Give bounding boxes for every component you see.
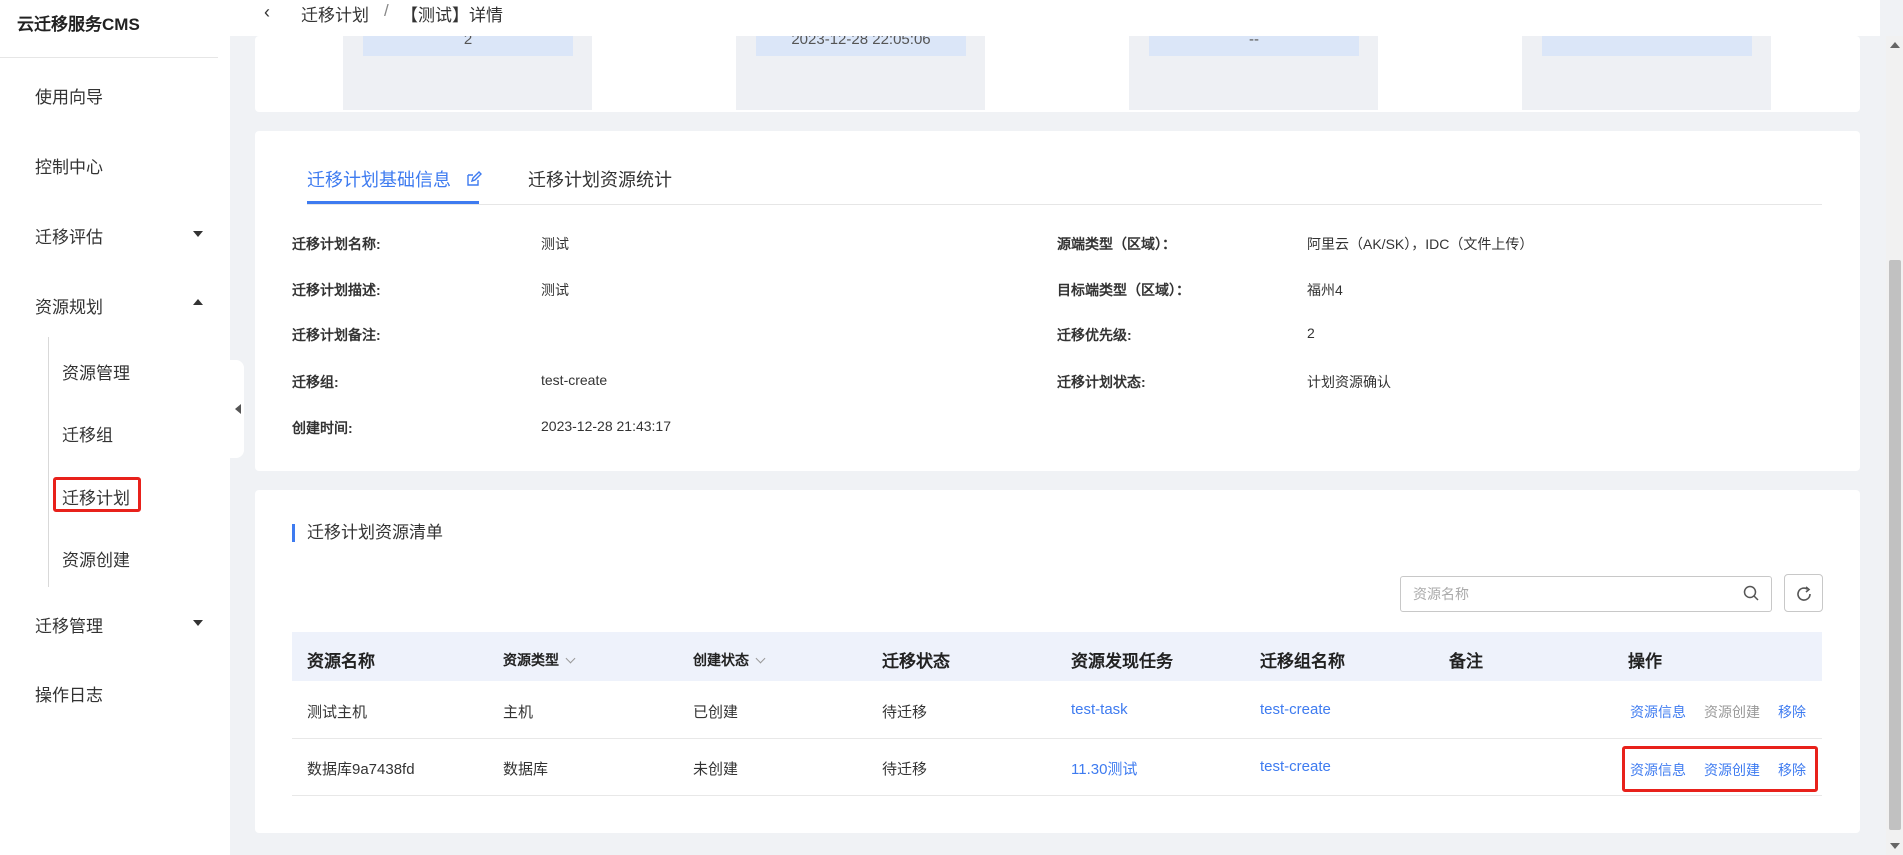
field-label: 迁移组: — [292, 374, 339, 390]
cell-name: 数据库9a7438fd — [307, 761, 415, 778]
chevron-down-icon — [565, 653, 576, 664]
sidebar-item-guide[interactable]: 使用向导 — [35, 83, 103, 108]
sidebar: 云迁移服务CMS — [0, 0, 230, 855]
field-label: 迁移计划名称: — [292, 236, 381, 252]
field-label: 源端类型（区域）： — [1057, 236, 1176, 252]
tab-resource-stats[interactable]: 迁移计划资源统计 — [528, 166, 672, 192]
sidebar-item-assessment[interactable]: 迁移评估 — [35, 223, 103, 248]
table-header: 资源名称 资源类型 创建状态 迁移状态 资源发现任务 迁移组名称 备注 操作 — [292, 632, 1822, 681]
field-label: 迁移计划备注: — [292, 327, 381, 343]
stat-value: 2023-12-28 22:05:06 — [756, 36, 966, 56]
tab-basic-info[interactable]: 迁移计划基础信息 — [307, 166, 483, 192]
stat-box: -- — [1129, 36, 1378, 110]
cell-type: 主机 — [503, 704, 534, 721]
search-box — [1400, 576, 1772, 612]
breadcrumb-separator: / — [384, 1, 389, 20]
row-divider — [292, 795, 1822, 796]
cell-task-link[interactable]: 11.30测试 — [1071, 758, 1137, 779]
stat-value — [1542, 36, 1752, 56]
sidebar-item-migration-group[interactable]: 迁移组 — [62, 421, 113, 446]
app-brand: 云迁移服务CMS — [0, 0, 218, 58]
tab-divider — [307, 204, 1822, 205]
stat-box: 2 — [343, 36, 592, 110]
cell-group-link[interactable]: test-create — [1260, 701, 1331, 718]
search-input[interactable] — [1413, 577, 1733, 611]
column-header: 资源发现任务 — [1071, 652, 1173, 671]
edit-icon[interactable] — [466, 171, 483, 187]
caret-left-icon — [235, 404, 241, 414]
field-label: 目标端类型（区域）： — [1057, 282, 1190, 298]
cell-create-status: 未创建 — [693, 761, 739, 778]
column-header: 迁移组名称 — [1260, 652, 1345, 671]
cell-migrate-status: 待迁移 — [882, 704, 928, 721]
sidebar-item-control-center[interactable]: 控制中心 — [35, 153, 103, 178]
scroll-down-icon[interactable] — [1890, 843, 1900, 849]
field-value: 2023-12-28 21:43:17 — [541, 418, 671, 434]
sidebar-collapse-toggle[interactable] — [228, 360, 244, 458]
column-header: 备注 — [1449, 652, 1483, 671]
row-divider — [292, 738, 1822, 739]
field-label: 迁移优先级: — [1057, 327, 1132, 343]
column-header-resource-type[interactable]: 资源类型 — [503, 650, 576, 670]
scrollbar-thumb[interactable] — [1889, 260, 1901, 830]
stat-box — [1522, 36, 1771, 110]
field-value: 计划资源确认 — [1307, 374, 1391, 390]
chevron-up-icon[interactable] — [193, 299, 203, 305]
sidebar-item-migration-management[interactable]: 迁移管理 — [35, 612, 103, 637]
field-value: 阿里云（AK/SK），IDC（文件上传） — [1307, 236, 1534, 252]
tab-basic-info-label: 迁移计划基础信息 — [307, 170, 451, 190]
stat-value: 2 — [363, 36, 573, 56]
column-header-label: 资源类型 — [503, 652, 559, 668]
column-header-create-status[interactable]: 创建状态 — [693, 650, 766, 670]
submenu-line — [48, 337, 49, 587]
field-label: 迁移计划描述: — [292, 282, 381, 298]
sidebar-item-resource-creation[interactable]: 资源创建 — [62, 546, 130, 571]
cell-migrate-status: 待迁移 — [882, 761, 928, 778]
field-label: 迁移计划状态: — [1057, 374, 1146, 390]
column-header: 迁移状态 — [882, 652, 950, 671]
field-label: 创建时间: — [292, 420, 353, 436]
field-value: 福州4 — [1307, 282, 1343, 298]
field-value: 测试 — [541, 236, 569, 252]
cell-group-link[interactable]: test-create — [1260, 758, 1331, 775]
refresh-icon — [1797, 586, 1811, 601]
field-value: 测试 — [541, 282, 569, 298]
chevron-down-icon[interactable] — [193, 231, 203, 237]
column-header: 资源名称 — [307, 652, 375, 671]
cell-type: 数据库 — [503, 761, 549, 778]
breadcrumb-parent[interactable]: 迁移计划 — [301, 1, 369, 26]
search-icon[interactable] — [1743, 585, 1759, 601]
refresh-button[interactable] — [1784, 574, 1823, 612]
cell-name: 测试主机 — [307, 704, 368, 721]
basic-info-card — [255, 131, 1860, 471]
section-title: 迁移计划资源清单 — [292, 524, 443, 542]
resource-info-link[interactable]: 资源信息 — [1630, 702, 1686, 722]
stat-box: 2023-12-28 22:05:06 — [736, 36, 985, 110]
sidebar-item-resource-management[interactable]: 资源管理 — [62, 359, 130, 384]
cell-task-link[interactable]: test-task — [1071, 701, 1128, 718]
resource-create-link: 资源创建 — [1704, 704, 1760, 720]
chevron-down-icon[interactable] — [193, 620, 203, 626]
field-value: test-create — [541, 372, 608, 388]
column-header-label: 创建状态 — [693, 652, 749, 668]
sidebar-item-resource-planning[interactable]: 资源规划 — [35, 293, 103, 318]
stat-value: -- — [1149, 36, 1359, 56]
back-icon[interactable]: ‹ — [264, 2, 270, 23]
sidebar-item-operation-log[interactable]: 操作日志 — [35, 681, 103, 706]
highlight-box — [1622, 746, 1818, 792]
stats-card: 2 2023-12-28 22:05:06 -- — [255, 36, 1860, 112]
remove-link[interactable]: 移除 — [1778, 702, 1806, 722]
cell-create-status: 已创建 — [693, 704, 739, 721]
field-value: 2 — [1307, 325, 1315, 341]
column-header: 操作 — [1628, 652, 1662, 671]
breadcrumb-current: 【测试】详情 — [401, 6, 503, 25]
scroll-up-icon[interactable] — [1890, 42, 1900, 48]
chevron-down-icon — [755, 653, 766, 664]
highlight-box — [53, 477, 141, 512]
